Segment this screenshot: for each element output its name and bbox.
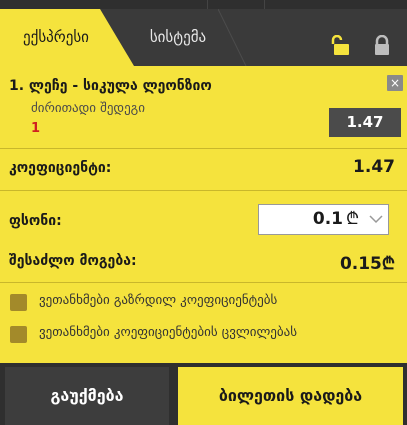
unlock-icon[interactable] bbox=[329, 35, 351, 57]
checkbox-label: ვეთანხმები გაზრდილ კოეფიციენტებს bbox=[39, 293, 278, 308]
accept-higher-odds-option[interactable]: ვეთანხმები გაზრდილ კოეფიციენტებს bbox=[10, 292, 390, 314]
divider bbox=[0, 148, 407, 149]
bet-pick: 1 bbox=[31, 121, 41, 136]
stake-value: 0.1 bbox=[312, 209, 343, 229]
bet-market: ძირითადი შედეგი bbox=[31, 101, 145, 116]
checkbox[interactable] bbox=[10, 294, 27, 311]
stake-select[interactable]: 0.1 ₾ bbox=[258, 204, 389, 235]
bet-type-tabs: ექსპრესი სისტემა bbox=[0, 9, 407, 66]
lock-icon[interactable] bbox=[372, 35, 392, 57]
remove-bet-button[interactable]: × bbox=[387, 75, 403, 91]
footer: გაუქმება ბილეთის დადება bbox=[0, 363, 407, 425]
chevron-down-icon bbox=[369, 215, 383, 224]
accept-odds-change-option[interactable]: ვეთანხმები კოეფიციენტების ცვლილებას bbox=[10, 324, 390, 346]
divider bbox=[0, 190, 407, 191]
divider bbox=[0, 282, 407, 283]
place-bet-button[interactable]: ბილეთის დადება bbox=[178, 367, 403, 425]
coef-label: კოეფიციენტი: bbox=[9, 160, 112, 176]
tab-divider bbox=[218, 9, 247, 66]
checkbox-label: ვეთანხმები კოეფიციენტების ცვლილებას bbox=[39, 325, 298, 340]
stake-label: ფსონი: bbox=[9, 213, 62, 229]
coef-value: 1.47 bbox=[353, 157, 395, 177]
possible-win-label: შესაძლო მოგება: bbox=[9, 253, 137, 269]
bet-event-title: 1. ლეჩე - სიკულა ლეონზიო bbox=[9, 78, 212, 94]
currency-icon: ₾ bbox=[346, 209, 360, 229]
bet-slip: ექსპრესი სისტემა 1. ლეჩე - სიკულა ლეონზი… bbox=[0, 0, 407, 425]
checkbox[interactable] bbox=[10, 326, 27, 343]
cancel-button[interactable]: გაუქმება bbox=[5, 367, 169, 425]
possible-win-value: 0.15₾ bbox=[339, 254, 395, 274]
tab-express-label: ექსპრესი bbox=[23, 28, 89, 46]
bet-odds: 1.47 bbox=[329, 108, 401, 137]
bet-item: 1. ლეჩე - სიკულა ლეონზიო ძირითადი შედეგი… bbox=[0, 66, 407, 148]
top-strip bbox=[0, 0, 407, 9]
